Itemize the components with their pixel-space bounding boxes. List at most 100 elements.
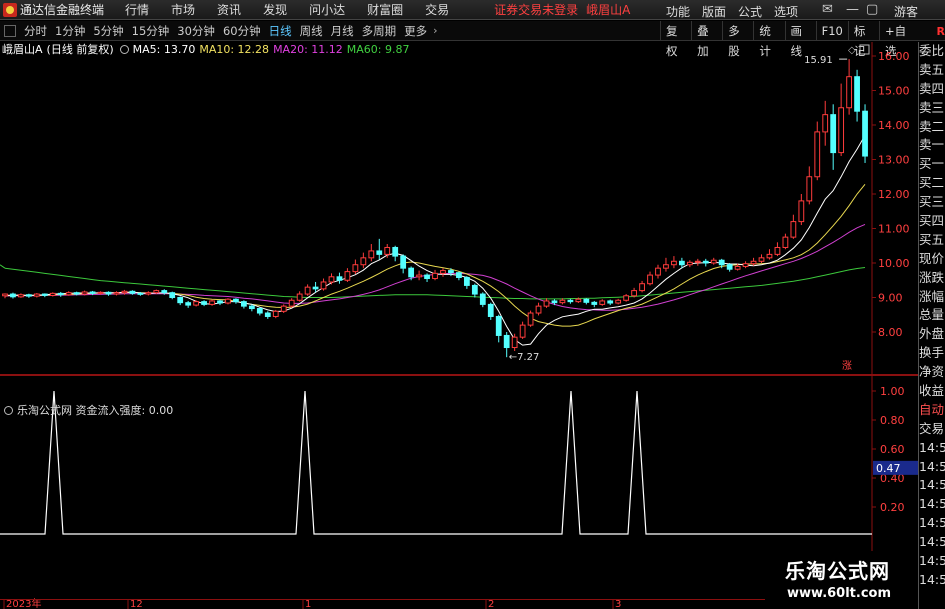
quote-panel-item[interactable]: 收益 bbox=[919, 382, 945, 401]
menu-right-group: 功能 版面 公式 选项 bbox=[660, 3, 804, 20]
menu-item-wealth[interactable]: 财富圈 bbox=[356, 1, 414, 18]
menu-item-trade[interactable]: 交易 bbox=[414, 1, 460, 18]
restore-rights-button[interactable]: 复权 bbox=[660, 21, 691, 58]
quote-panel-item[interactable]: 卖一 bbox=[919, 136, 945, 155]
statistics-button[interactable]: 统计 bbox=[753, 21, 784, 58]
candle-body bbox=[256, 308, 263, 314]
quote-panel-item[interactable]: 总量 bbox=[919, 306, 945, 325]
period-60min[interactable]: 60分钟 bbox=[219, 23, 265, 39]
period-intraday[interactable]: 分时 bbox=[20, 23, 51, 39]
period-15min[interactable]: 15分钟 bbox=[128, 23, 174, 39]
period-more[interactable]: 更多 bbox=[400, 23, 431, 39]
period-5min[interactable]: 5分钟 bbox=[89, 23, 127, 39]
menu-layout[interactable]: 版面 bbox=[696, 3, 732, 20]
menu-item-news[interactable]: 资讯 bbox=[206, 1, 252, 18]
candle-body bbox=[750, 260, 757, 265]
quote-panel-item[interactable]: 卖四 bbox=[919, 80, 945, 99]
zoom-diamond-icon[interactable]: ◇ bbox=[848, 45, 856, 56]
quote-panel-item[interactable]: 14:56 bbox=[919, 571, 945, 590]
period-1min[interactable]: 1分钟 bbox=[51, 23, 89, 39]
menu-formula[interactable]: 公式 bbox=[732, 3, 768, 20]
quote-panel-item[interactable]: 14:56 bbox=[919, 476, 945, 495]
date-label: 2 bbox=[488, 599, 494, 609]
ma60-label: MA60: 9.87 bbox=[346, 42, 410, 56]
candle-body bbox=[511, 336, 518, 349]
r-indicator[interactable]: R bbox=[937, 25, 945, 38]
settings-circle-icon[interactable] bbox=[119, 44, 129, 54]
ma5-line bbox=[4, 135, 866, 346]
period-30min[interactable]: 30分钟 bbox=[173, 23, 219, 39]
menu-item-market[interactable]: 市场 bbox=[160, 1, 206, 18]
candle-body bbox=[2, 293, 8, 297]
multi-stock-button[interactable]: 多股 bbox=[722, 21, 753, 58]
candle-body bbox=[424, 274, 430, 280]
email-icon[interactable]: ✉ bbox=[822, 2, 833, 17]
add-watchlist-button[interactable]: +自选 bbox=[879, 21, 919, 58]
candle-body bbox=[710, 259, 717, 264]
candle-body bbox=[368, 250, 375, 259]
quote-panel-item[interactable]: 买一 bbox=[919, 155, 945, 174]
sub-tick-label: 0.60 bbox=[880, 443, 905, 456]
menu-item-quotes[interactable]: 行情 bbox=[114, 1, 160, 18]
chevron-right-icon[interactable]: › bbox=[433, 24, 437, 37]
candle-body bbox=[264, 312, 271, 317]
menu-options[interactable]: 选项 bbox=[768, 3, 804, 20]
indicator-settings-icon[interactable] bbox=[4, 405, 13, 415]
quote-panel-item[interactable]: 现价 bbox=[919, 250, 945, 269]
trade-login-status[interactable]: 证券交易未登录 bbox=[494, 1, 578, 18]
menu-function[interactable]: 功能 bbox=[660, 3, 696, 20]
candle-body bbox=[551, 300, 558, 304]
overlay-button[interactable]: 叠加 bbox=[691, 21, 722, 58]
candle-body bbox=[328, 276, 335, 283]
menu-item-discover[interactable]: 发现 bbox=[252, 1, 298, 18]
guest-label[interactable]: 游客 bbox=[894, 3, 918, 20]
quote-panel-item[interactable]: 自动 bbox=[919, 401, 945, 420]
mark-button[interactable]: 标记 bbox=[847, 21, 879, 58]
candle-body bbox=[623, 295, 630, 301]
quote-panel-item[interactable]: 外盘 bbox=[919, 325, 945, 344]
f10-button[interactable]: F10 bbox=[815, 21, 848, 41]
quote-panel-item[interactable]: 14:56 bbox=[919, 458, 945, 477]
quote-panel-item[interactable]: 交易 bbox=[919, 420, 945, 439]
maximize-icon[interactable]: ▢ bbox=[866, 2, 878, 17]
candle-body bbox=[798, 200, 805, 223]
minimize-icon[interactable]: — bbox=[846, 2, 859, 17]
app-title: 通达信金融终端 bbox=[20, 3, 105, 17]
candle-body bbox=[280, 305, 287, 312]
date-label: 1 bbox=[305, 599, 311, 609]
candle-body bbox=[647, 274, 653, 285]
period-multi[interactable]: 多周期 bbox=[358, 23, 401, 39]
quote-panel-item[interactable]: 买五 bbox=[919, 231, 945, 250]
quote-panel-item[interactable]: 涨幅 bbox=[919, 288, 945, 307]
candle-body bbox=[145, 292, 152, 295]
quote-panel-item[interactable]: 14:56 bbox=[919, 533, 945, 552]
quote-panel-item[interactable]: 14:56 bbox=[919, 514, 945, 533]
candle-body bbox=[702, 260, 709, 264]
quote-panel-item[interactable]: 净资 bbox=[919, 363, 945, 382]
quote-panel-item[interactable]: 14:56 bbox=[919, 552, 945, 571]
quote-panel-item[interactable]: 涨跌 bbox=[919, 269, 945, 288]
quote-panel-item[interactable]: 卖五 bbox=[919, 61, 945, 80]
toolbar-toggle-icon[interactable] bbox=[4, 24, 16, 37]
chart-box-icon[interactable] bbox=[859, 44, 870, 55]
period-monthly[interactable]: 月线 bbox=[327, 23, 358, 39]
quote-panel-item[interactable]: 卖三 bbox=[919, 99, 945, 118]
kline-chart[interactable]: 16.00 15.00 14.00 13.00 12.00 11.00 10.00 9.00 8… bbox=[0, 42, 918, 375]
period-daily[interactable]: 日线 bbox=[265, 23, 296, 39]
draw-line-button[interactable]: 画线 bbox=[784, 21, 816, 58]
price-tick-label: 16.00 bbox=[878, 50, 910, 63]
quote-panel-item[interactable]: 买三 bbox=[919, 193, 945, 212]
candle-body bbox=[671, 260, 677, 266]
quote-panel-item[interactable]: 买四 bbox=[919, 212, 945, 231]
menu-item-ask[interactable]: 问小达 bbox=[298, 1, 356, 18]
quote-panel-item[interactable]: 14:56 bbox=[919, 495, 945, 514]
quote-panel-item[interactable]: 买二 bbox=[919, 174, 945, 193]
period-weekly[interactable]: 周线 bbox=[296, 23, 327, 39]
quote-panel-item[interactable]: 14:56 bbox=[919, 439, 945, 458]
candle-body bbox=[352, 264, 359, 273]
candle-body bbox=[49, 292, 56, 296]
quote-panel-item[interactable]: 委比 bbox=[919, 42, 945, 61]
quote-panel-item[interactable]: 卖二 bbox=[919, 118, 945, 137]
quote-panel-item[interactable]: 换手 bbox=[919, 344, 945, 363]
price-tick-label: 8.00 bbox=[878, 326, 903, 339]
